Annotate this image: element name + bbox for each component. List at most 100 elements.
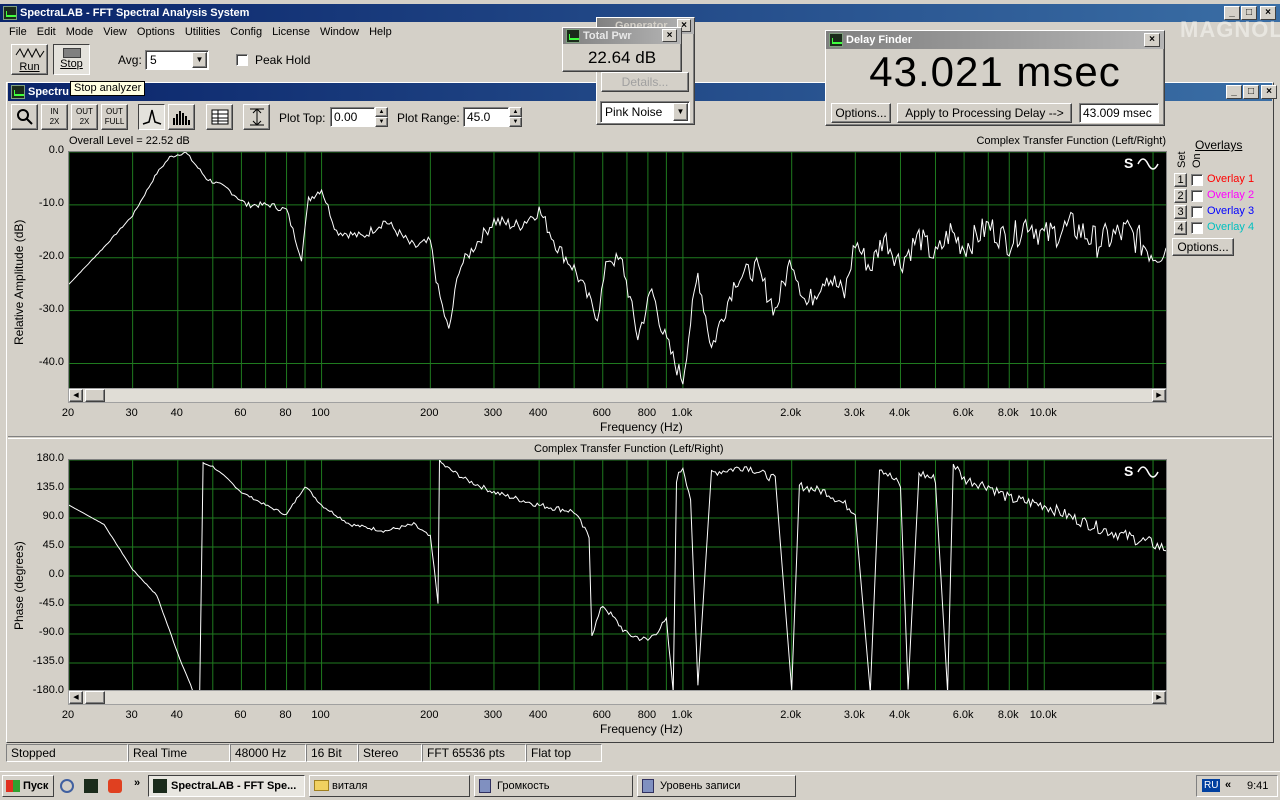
x-tick-label: 800 — [637, 407, 657, 419]
overlay-set-1-button[interactable]: 1 — [1174, 173, 1187, 187]
spectralab-quicklaunch-icon[interactable] — [84, 779, 98, 793]
plot-splitter[interactable] — [8, 436, 1272, 439]
x-tick-label: 10.0k — [1029, 407, 1057, 419]
peak-hold-checkbox[interactable] — [236, 54, 248, 66]
plot-top-input[interactable]: 0.00 — [330, 107, 375, 127]
y-tick-label: -180.0 — [32, 684, 64, 696]
plot-range-up-arrow[interactable]: ▲ — [509, 107, 522, 117]
x-tick-label: 300 — [483, 709, 503, 721]
peak-view-button[interactable] — [138, 104, 165, 130]
spectrum-maximize-button[interactable]: □ — [1243, 85, 1259, 99]
phase-plot[interactable]: S — [68, 459, 1167, 691]
table-view-button[interactable] — [206, 104, 233, 130]
menu-edit[interactable]: Edit — [32, 23, 61, 41]
x-tick-label: 40 — [170, 709, 183, 721]
x-tick-label: 2.0k — [780, 407, 802, 419]
scroll-right-arrow[interactable]: ▶ — [1152, 691, 1166, 704]
vertical-scale-button[interactable] — [243, 104, 270, 130]
language-indicator[interactable]: RU — [1202, 779, 1221, 792]
stop-button[interactable]: Stop — [53, 44, 90, 75]
phase-horizontal-scrollbar[interactable]: ◀ ▶ — [68, 690, 1167, 705]
waveform-icon — [15, 47, 44, 59]
total-power-close-button[interactable]: × — [662, 29, 677, 42]
menu-options[interactable]: Options — [132, 23, 180, 41]
menu-license[interactable]: License — [267, 23, 315, 41]
plot-top-up-arrow[interactable]: ▲ — [375, 107, 388, 117]
overlay-set-4-button[interactable]: 4 — [1174, 221, 1187, 235]
plot-top-down-arrow[interactable]: ▼ — [375, 117, 388, 127]
bar-view-button[interactable] — [168, 104, 195, 130]
delay-value: 43.021 msec — [869, 48, 1121, 95]
menu-view[interactable]: View — [98, 23, 132, 41]
overlay-4-checkbox[interactable] — [1191, 222, 1203, 234]
phase-y-axis-label: Phase (degrees) — [12, 541, 26, 630]
menu-config[interactable]: Config — [225, 23, 267, 41]
menu-mode[interactable]: Mode — [61, 23, 99, 41]
plot-range-input[interactable]: 45.0 — [463, 107, 509, 127]
total-power-icon — [566, 29, 580, 43]
scroll-thumb[interactable] — [85, 389, 105, 402]
delay-finder-close-button[interactable]: × — [1144, 33, 1160, 47]
details-button[interactable]: Details... — [601, 72, 689, 92]
scroll-left-arrow[interactable]: ◀ — [69, 691, 83, 704]
menu-help[interactable]: Help — [364, 23, 397, 41]
x-tick-label: 200 — [420, 407, 439, 419]
overlay-options-button[interactable]: Options... — [1172, 238, 1234, 256]
task-folder[interactable]: виталя — [309, 775, 470, 797]
menu-file[interactable]: File — [4, 23, 32, 41]
overall-level: Overall Level = 22.52 dB — [69, 135, 190, 147]
s-mark-icon: S — [1124, 463, 1133, 479]
task-volume[interactable]: Громкость — [474, 775, 633, 797]
y-tick-label: 45.0 — [42, 539, 64, 551]
spectrum-minimize-button[interactable]: _ — [1226, 85, 1242, 99]
plot-range-down-arrow[interactable]: ▼ — [509, 117, 522, 127]
amplitude-plot[interactable]: S — [68, 151, 1167, 389]
start-button[interactable]: Пуск — [2, 775, 54, 797]
amp-x-axis-label: Frequency (Hz) — [600, 420, 683, 434]
y-tick-label: 180.0 — [36, 452, 64, 464]
data-series-line — [69, 152, 1166, 385]
status-fft-size: FFT 65536 pts — [422, 744, 526, 762]
noise-type-select[interactable]: Pink Noise ▼ — [600, 101, 690, 123]
overlay-1-label: Overlay 1 — [1207, 173, 1255, 185]
y-tick-label: -45.0 — [38, 597, 64, 609]
delay-options-button[interactable]: Options... — [831, 103, 891, 123]
task-spectralab[interactable]: SpectraLAB - FFT Spe... — [148, 775, 305, 797]
zoom-out-full-button[interactable]: OUT FULL — [101, 104, 128, 130]
chevron-down-icon[interactable]: ▼ — [673, 103, 688, 121]
amp-horizontal-scrollbar[interactable]: ◀ ▶ — [68, 388, 1167, 403]
delay-field[interactable]: 43.009 msec — [1079, 103, 1159, 123]
menu-utilities[interactable]: Utilities — [180, 23, 225, 41]
x-tick-label: 60 — [234, 407, 247, 419]
overlay-2-checkbox[interactable] — [1191, 190, 1203, 202]
overlay-3-checkbox[interactable] — [1191, 206, 1203, 218]
spectralab-app-icon — [3, 6, 17, 20]
total-power-title-bar[interactable]: Total Pwr × — [563, 28, 681, 44]
overlay-1-checkbox[interactable] — [1191, 174, 1203, 186]
zoom-button[interactable] — [11, 104, 38, 130]
status-bar: Stopped Real Time 48000 Hz 16 Bit Stereo… — [6, 744, 1274, 762]
task-recording-level[interactable]: Уровень записи — [637, 775, 796, 797]
zoom-out-2x-button[interactable]: OUT 2X — [71, 104, 98, 130]
overlays-title[interactable]: Overlays — [1195, 138, 1242, 152]
scroll-left-arrow[interactable]: ◀ — [69, 389, 83, 402]
avg-select[interactable]: 5 ▼ — [145, 50, 209, 70]
total-power-window[interactable]: Total Pwr × 22.64 dB — [562, 27, 682, 72]
scroll-right-arrow[interactable]: ▶ — [1152, 389, 1166, 402]
delay-finder-title-bar[interactable]: Delay Finder × — [826, 31, 1164, 49]
menu-window[interactable]: Window — [315, 23, 364, 41]
chevron-down-icon[interactable]: ▼ — [192, 52, 207, 68]
delay-finder-window[interactable]: Delay Finder × 43.021 msec Options... Ap… — [825, 30, 1165, 126]
apply-processing-delay-button[interactable]: Apply to Processing Delay --> — [897, 103, 1072, 123]
overlay-set-2-button[interactable]: 2 — [1174, 189, 1187, 203]
zoom-in-2x-button[interactable]: IN 2X — [41, 104, 68, 130]
run-button[interactable]: Run — [11, 44, 48, 75]
scroll-thumb[interactable] — [85, 691, 105, 704]
spectrum-close-button[interactable]: × — [1261, 85, 1277, 99]
chevron-left-icon[interactable]: « — [1225, 779, 1231, 791]
media-quicklaunch-icon[interactable] — [108, 779, 122, 793]
chevron-right-icon[interactable]: » — [134, 777, 140, 789]
status-channels: Stereo — [358, 744, 422, 762]
overlay-set-3-button[interactable]: 3 — [1174, 205, 1187, 219]
browser-quicklaunch-icon[interactable] — [60, 779, 74, 793]
